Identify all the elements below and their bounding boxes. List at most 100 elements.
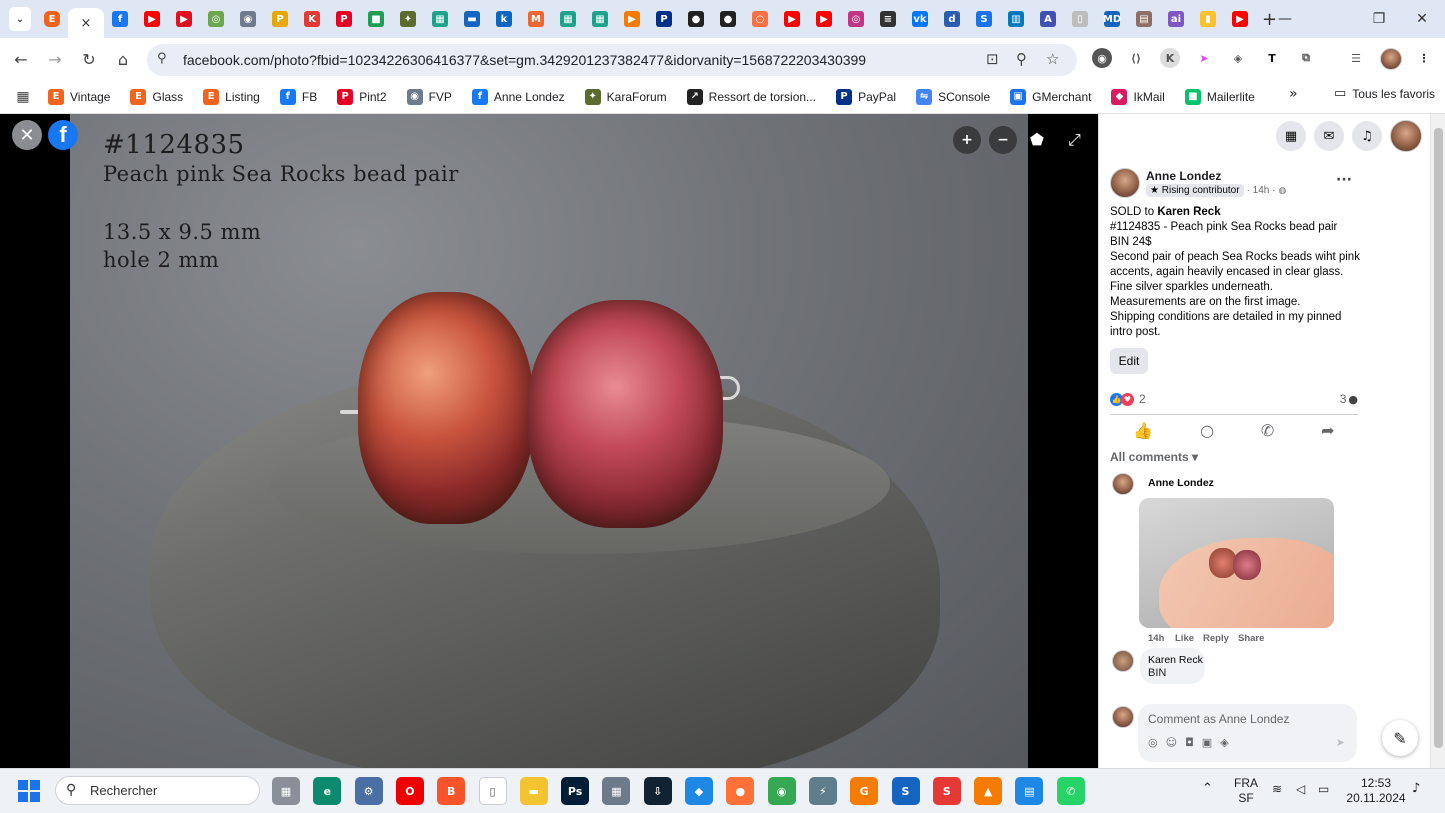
minimize-button[interactable]: —: [1262, 0, 1308, 38]
taskbar-settings-icon[interactable]: ⚙: [354, 777, 383, 805]
bookmark-mailerlite[interactable]: ■ Mailerlite: [1184, 88, 1255, 105]
taskbar-file-explorer-gray-icon[interactable]: ▦: [272, 777, 300, 805]
share-button-icon[interactable]: ➦: [1321, 421, 1334, 440]
tab-trello-icon[interactable]: ▥: [1008, 11, 1024, 27]
extension-mask-icon[interactable]: ◉: [1092, 48, 1112, 68]
tab-karaforum-icon[interactable]: ✦: [400, 11, 416, 27]
taskbar-doc-blue-icon[interactable]: ▤: [1015, 777, 1044, 805]
bookmark-fb[interactable]: f FB: [279, 88, 317, 105]
comment-author-2[interactable]: Karen Reck: [1148, 654, 1203, 666]
avatar-sticker-icon[interactable]: ◎: [1148, 736, 1158, 749]
bookmark-ressort-de-torsion[interactable]: ↗ Ressort de torsion...: [686, 88, 816, 105]
taskbar-edge-icon[interactable]: e: [313, 777, 342, 805]
menu-grid-icon[interactable]: ▦: [1276, 121, 1306, 151]
wifi-icon[interactable]: ≋: [1272, 782, 1282, 796]
tab-instagram-icon[interactable]: ◎: [848, 11, 864, 27]
comment-author[interactable]: Anne Londez: [1148, 477, 1214, 489]
love-reaction-icon[interactable]: ♥: [1121, 392, 1134, 406]
site-info-icon[interactable]: ⚲: [157, 51, 167, 66]
bookmark-gmerchant[interactable]: ▣ GMerchant: [1010, 88, 1091, 105]
taskbar-downloader-icon[interactable]: ⇩: [643, 777, 672, 805]
post-author[interactable]: Anne Londez: [1146, 169, 1221, 183]
all-comments-dropdown[interactable]: All comments ▾: [1110, 450, 1198, 464]
tab-grid-app-icon[interactable]: ▦: [432, 11, 448, 27]
tab-app-dark-icon[interactable]: ≡: [880, 11, 896, 27]
comment-image[interactable]: [1139, 498, 1334, 628]
bookmark-paypal[interactable]: P PayPal: [836, 88, 896, 105]
taskbar-firefox-icon[interactable]: ●: [726, 777, 755, 805]
reactions-count[interactable]: 2: [1139, 392, 1146, 406]
active-tab[interactable]: ×: [68, 8, 104, 38]
emoji-icon[interactable]: ☺: [1166, 736, 1177, 749]
bookmark-glass[interactable]: E Glass: [130, 88, 183, 105]
bookmark-fvp[interactable]: ◉ FVP: [406, 88, 452, 105]
bookmark-ikmail[interactable]: ◆ IkMail: [1111, 88, 1165, 105]
gif-icon[interactable]: ▣: [1202, 736, 1212, 749]
zoom-out-button[interactable]: −: [989, 126, 1017, 154]
apps-grid-icon[interactable]: ▦: [6, 80, 40, 114]
taskbar-app-orange-icon[interactable]: G: [850, 777, 879, 805]
tab-list-button[interactable]: ⌄: [9, 7, 31, 31]
install-app-icon[interactable]: ⊡: [986, 50, 999, 68]
reading-list-icon[interactable]: ☰: [1346, 48, 1366, 68]
comment-time[interactable]: 14h: [1148, 633, 1164, 644]
tab-md-app-icon[interactable]: MD: [1103, 11, 1121, 27]
tab-paypal-icon[interactable]: P: [656, 11, 672, 27]
bookmark-pint2[interactable]: P Pint2: [337, 88, 387, 105]
sticker-icon[interactable]: ◈: [1220, 736, 1228, 749]
comment-share[interactable]: Share: [1238, 633, 1264, 644]
zoom-in-button[interactable]: +: [953, 126, 981, 154]
tab-green-app-icon[interactable]: ◎: [208, 11, 224, 27]
post-options-icon[interactable]: ···: [1336, 172, 1352, 188]
camera-icon[interactable]: ◘: [1185, 736, 1194, 749]
tab-pinterest-icon[interactable]: P: [336, 11, 352, 27]
comment-input-placeholder[interactable]: Comment as Anne Londez: [1148, 712, 1289, 726]
taskbar-whatsapp-icon[interactable]: ✆: [1056, 777, 1085, 805]
taskbar-app-s-blue-icon[interactable]: S: [891, 777, 920, 805]
comment-like[interactable]: Like: [1175, 633, 1194, 644]
comment-button-icon[interactable]: ○: [1200, 421, 1214, 440]
tab-a-app-icon[interactable]: A: [1040, 11, 1056, 27]
bookmark-star-icon[interactable]: ☆: [1046, 50, 1059, 68]
tab-grid-app-3-icon[interactable]: ▦: [592, 11, 608, 27]
taskbar-photoshop-icon[interactable]: Ps: [561, 777, 590, 805]
tab-bag-app-icon[interactable]: ▮: [1200, 11, 1216, 27]
tab-circle-orange-icon[interactable]: ○: [752, 11, 768, 27]
tab-k-blue-icon[interactable]: k: [496, 11, 512, 27]
forward-button[interactable]: →: [38, 42, 72, 76]
comment-reply[interactable]: Reply: [1203, 633, 1229, 644]
restore-button[interactable]: ❐: [1356, 0, 1402, 38]
profile-avatar[interactable]: [1380, 48, 1402, 70]
window-close-button[interactable]: ✕: [1399, 0, 1445, 38]
tab-pinterest-p-icon[interactable]: P: [272, 11, 288, 27]
extension-arrow-icon[interactable]: ➤: [1194, 48, 1214, 68]
comments-count[interactable]: 3: [1340, 392, 1347, 406]
notifications-icon[interactable]: ♫: [1352, 121, 1382, 151]
taskbar-opera-icon[interactable]: O: [395, 777, 424, 805]
taskbar-app-lightning-icon[interactable]: ⚡: [808, 777, 837, 805]
tab-youtube-5-icon[interactable]: ▶: [1232, 11, 1248, 27]
tab-shop-app-icon[interactable]: ▤: [1136, 11, 1152, 27]
post-time[interactable]: · 14h ·: [1247, 185, 1276, 196]
zoom-icon[interactable]: ⚲: [1016, 50, 1027, 68]
tab-k-app-icon[interactable]: K: [304, 11, 320, 27]
taskbar-app-blue-icon[interactable]: ◆: [685, 777, 713, 805]
new-message-icon[interactable]: ✎: [1382, 720, 1418, 756]
tab-facebook-icon[interactable]: f: [112, 11, 128, 27]
taskbar-app-s-red-icon[interactable]: S: [932, 777, 961, 805]
volume-icon[interactable]: ◁: [1296, 782, 1305, 796]
buyer-link[interactable]: Karen Reck: [1157, 206, 1220, 218]
extension-code-icon[interactable]: ⟨⟩: [1126, 48, 1146, 68]
comment-input-box[interactable]: Comment as Anne Londez ◎ ☺ ◘ ▣ ◈ ➤: [1138, 704, 1357, 762]
tray-chevron-icon[interactable]: ⌃: [1202, 781, 1213, 796]
taskbar-brave-icon[interactable]: B: [437, 777, 466, 805]
tab-grid-app-2-icon[interactable]: ▦: [560, 11, 576, 27]
send-icon[interactable]: ➤: [1336, 736, 1345, 749]
tab-magento-icon[interactable]: M: [528, 11, 544, 27]
tab-youtube-4-icon[interactable]: ▶: [816, 11, 832, 27]
extension-k-icon[interactable]: K: [1160, 48, 1180, 68]
tab-etsy-icon[interactable]: E: [44, 11, 60, 27]
taskbar-search[interactable]: ⚲ Rechercher: [55, 776, 260, 805]
tab-github-icon[interactable]: ●: [688, 11, 704, 27]
all-bookmarks-button[interactable]: ▭ Tous les favoris: [1334, 86, 1435, 101]
